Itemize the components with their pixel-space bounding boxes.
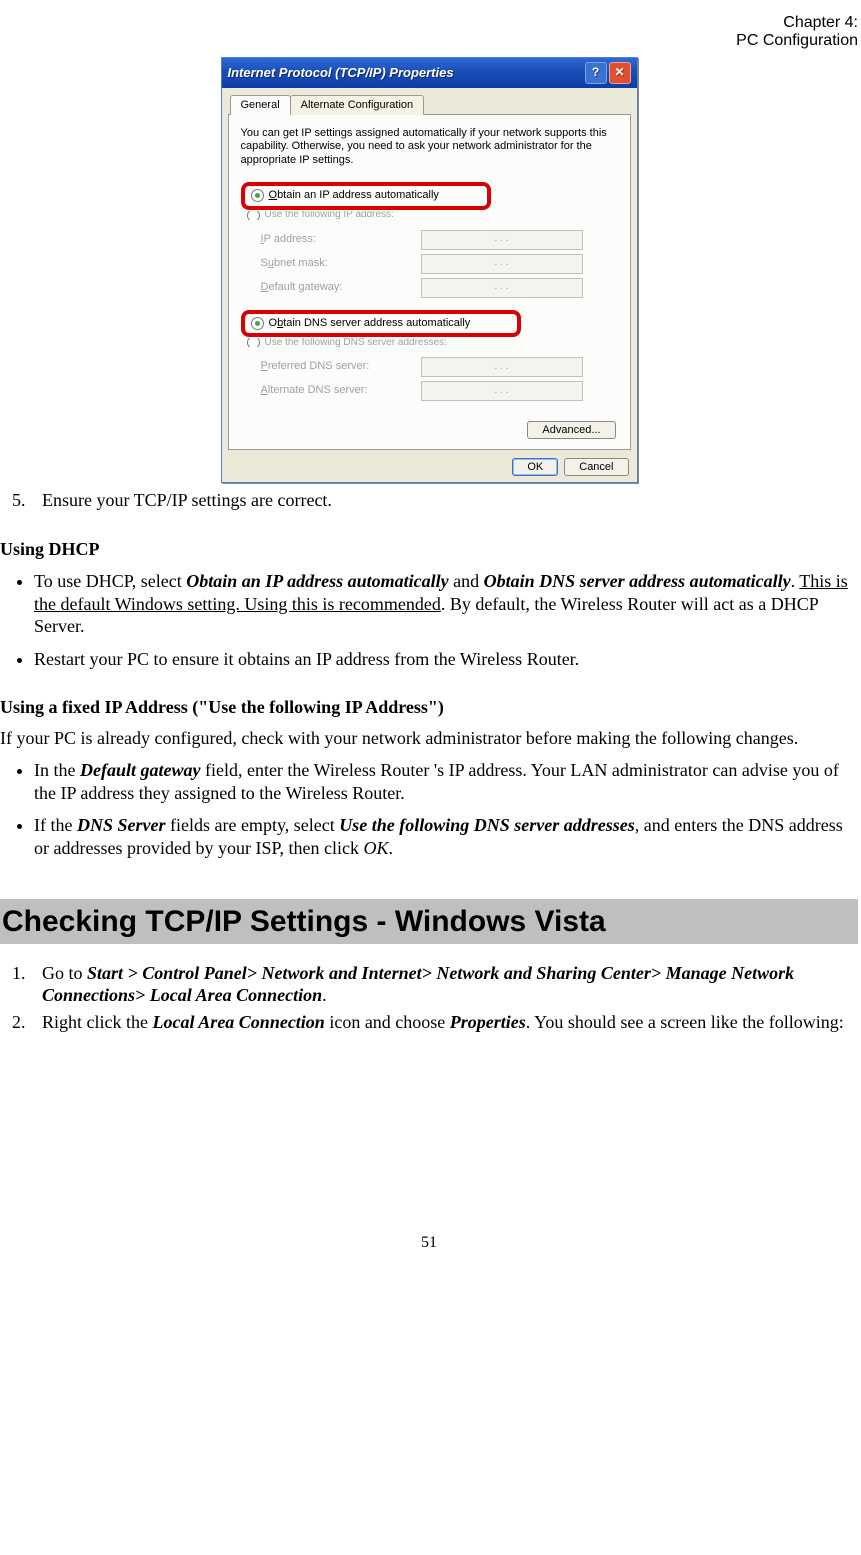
- close-icon: ✕: [614, 65, 624, 80]
- ip-address-label: IP address:: [261, 233, 421, 247]
- help-button[interactable]: ?: [585, 62, 607, 84]
- general-tab-panel: You can get IP settings assigned automat…: [228, 114, 631, 451]
- tab-general[interactable]: General: [230, 95, 291, 115]
- page-header: Chapter 4: PC Configuration: [0, 14, 858, 51]
- fixed-bullet-1: In the Default gateway field, enter the …: [34, 759, 858, 804]
- fixed-bullet-2: If the DNS Server fields are empty, sele…: [34, 814, 858, 859]
- close-button[interactable]: ✕: [609, 62, 631, 84]
- tcpip-properties-dialog: Internet Protocol (TCP/IP) Properties ? …: [221, 57, 638, 484]
- radio-icon: [251, 189, 264, 202]
- step-5: 5.Ensure your TCP/IP settings are correc…: [42, 489, 858, 512]
- ip-fields-group: IP address: . . . Subnet mask: . . . Def…: [241, 220, 618, 310]
- dialog-titlebar: Internet Protocol (TCP/IP) Properties ? …: [222, 58, 637, 88]
- subnet-mask-row: Subnet mask: . . .: [261, 254, 610, 274]
- subnet-mask-input[interactable]: . . .: [421, 254, 583, 274]
- radio-icon: [247, 211, 260, 220]
- ip-address-row: IP address: . . .: [261, 230, 610, 250]
- radio-icon: [247, 338, 260, 347]
- radio-obtain-dns-auto[interactable]: Obtain DNS server address automatically: [251, 317, 511, 331]
- header-line1: Chapter 4:: [783, 14, 858, 31]
- using-fixed-ip-heading: Using a fixed IP Address ("Use the follo…: [0, 696, 858, 719]
- obtain-ip-highlight: Obtain an IP address automatically: [241, 182, 491, 210]
- dns-fields-group: Preferred DNS server: . . . Alternate DN…: [241, 347, 618, 413]
- dialog-title: Internet Protocol (TCP/IP) Properties: [228, 65, 583, 81]
- obtain-dns-highlight: Obtain DNS server address automatically: [241, 310, 521, 338]
- radio-label: Use the following DNS server addresses:: [265, 338, 447, 347]
- subnet-mask-label: Subnet mask:: [261, 257, 421, 271]
- radio-icon: [251, 317, 264, 330]
- ip-address-input[interactable]: . . .: [421, 230, 583, 250]
- alternate-dns-label: Alternate DNS server:: [261, 384, 421, 398]
- dhcp-bullet-1: To use DHCP, select Obtain an IP address…: [34, 570, 858, 638]
- preferred-dns-input[interactable]: . . .: [421, 357, 583, 377]
- intro-text: You can get IP settings assigned automat…: [241, 127, 618, 168]
- vista-step-2: 2.Right click the Local Area Connection …: [42, 1011, 858, 1034]
- fixed-intro: If your PC is already configured, check …: [0, 727, 858, 750]
- alternate-dns-input[interactable]: . . .: [421, 381, 583, 401]
- radio-use-following-ip[interactable]: Use the following IP address:: [241, 211, 618, 220]
- tab-alternate-configuration[interactable]: Alternate Configuration: [290, 95, 425, 115]
- radio-label: Use the following IP address:: [265, 211, 394, 220]
- vista-step-1: 1.Go to Start > Control Panel> Network a…: [42, 962, 858, 1007]
- preferred-dns-label: Preferred DNS server:: [261, 360, 421, 374]
- radio-label: Obtain an IP address automatically: [269, 189, 439, 203]
- advanced-button[interactable]: Advanced...: [527, 421, 615, 439]
- radio-use-following-dns[interactable]: Use the following DNS server addresses:: [241, 338, 618, 347]
- dhcp-bullet-2: Restart your PC to ensure it obtains an …: [34, 648, 858, 671]
- radio-label: Obtain DNS server address automatically: [269, 317, 471, 331]
- page-number: 51: [0, 1233, 858, 1253]
- default-gateway-row: Default gateway: . . .: [261, 278, 610, 298]
- ok-button[interactable]: OK: [512, 458, 558, 476]
- help-icon: ?: [592, 65, 599, 80]
- using-dhcp-heading: Using DHCP: [0, 538, 858, 561]
- radio-obtain-ip-auto[interactable]: Obtain an IP address automatically: [251, 189, 481, 203]
- section-heading-vista: Checking TCP/IP Settings - Windows Vista: [0, 899, 858, 944]
- alternate-dns-row: Alternate DNS server: . . .: [261, 381, 610, 401]
- default-gateway-label: Default gateway:: [261, 281, 421, 295]
- header-line2: PC Configuration: [736, 32, 858, 49]
- cancel-button[interactable]: Cancel: [564, 458, 628, 476]
- preferred-dns-row: Preferred DNS server: . . .: [261, 357, 610, 377]
- default-gateway-input[interactable]: . . .: [421, 278, 583, 298]
